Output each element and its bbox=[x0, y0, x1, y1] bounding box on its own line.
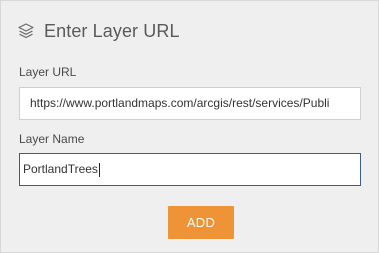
add-button[interactable]: ADD bbox=[168, 206, 234, 239]
panel-header: Enter Layer URL bbox=[17, 18, 180, 44]
add-layer-panel: Enter Layer URL Layer URL https://www.po… bbox=[0, 0, 379, 253]
layer-url-input[interactable]: https://www.portlandmaps.com/arcgis/rest… bbox=[19, 87, 361, 120]
layers-icon bbox=[17, 22, 35, 40]
panel-title: Enter Layer URL bbox=[44, 20, 180, 41]
layer-name-label: Layer Name bbox=[19, 132, 85, 146]
layer-name-input[interactable]: PortlandTrees bbox=[19, 153, 361, 186]
layer-name-value: PortlandTrees bbox=[23, 162, 98, 176]
layer-url-label: Layer URL bbox=[19, 65, 77, 79]
text-cursor bbox=[98, 162, 100, 177]
